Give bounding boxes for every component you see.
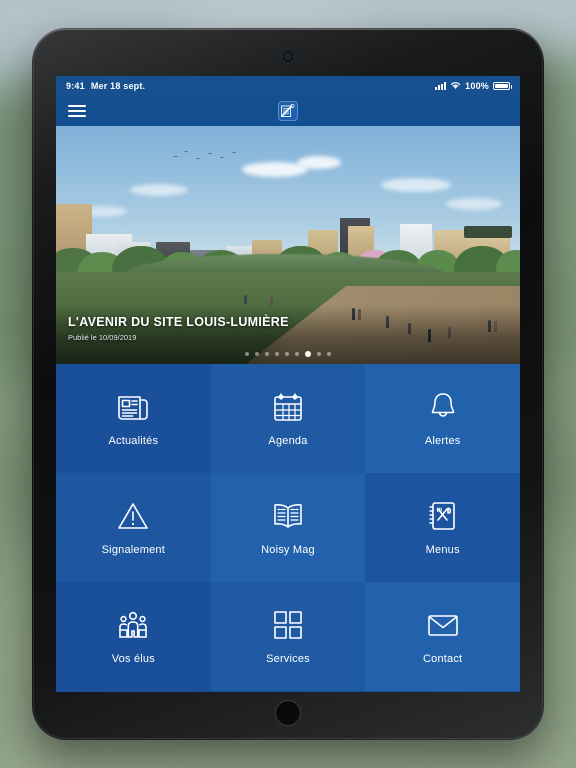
carousel-dot[interactable] bbox=[275, 352, 279, 356]
status-bar: 9:41 Mer 18 sept. 100% bbox=[56, 76, 520, 96]
status-time: 9:41 bbox=[66, 81, 85, 91]
tile-alertes[interactable]: Alertes bbox=[365, 364, 520, 473]
calendar-icon bbox=[271, 390, 305, 424]
tile-label: Signalement bbox=[101, 544, 165, 556]
tile-contact[interactable]: Contact bbox=[365, 582, 520, 691]
tile-label: Actualités bbox=[108, 435, 159, 447]
carousel-dot[interactable] bbox=[327, 352, 331, 356]
battery-percent: 100% bbox=[465, 81, 489, 91]
hamburger-menu-icon[interactable] bbox=[68, 105, 86, 117]
carousel-dot[interactable] bbox=[317, 352, 321, 356]
home-tile-grid: Actualités Agenda Alertes Signalement Noisy … bbox=[56, 364, 520, 691]
tile-label: Agenda bbox=[268, 435, 308, 447]
hero-carousel[interactable]: L'AVENIR DU SITE LOUIS-LUMIÈRE Publié le… bbox=[56, 126, 520, 364]
battery-icon bbox=[493, 82, 512, 90]
tile-label: Alertes bbox=[424, 435, 461, 447]
carousel-dot[interactable] bbox=[305, 351, 311, 357]
tile-label: Menus bbox=[425, 544, 460, 556]
hero-title: L'AVENIR DU SITE LOUIS-LUMIÈRE bbox=[68, 315, 289, 329]
tile-noisy-mag[interactable]: Noisy Mag bbox=[210, 473, 366, 582]
carousel-dots[interactable] bbox=[245, 351, 331, 357]
carousel-dot[interactable] bbox=[245, 352, 249, 356]
tablet-device-frame: 9:41 Mer 18 sept. 100% L'AVENIR DU SITE … bbox=[32, 28, 544, 740]
tile-label: Vos élus bbox=[111, 653, 155, 665]
device-screen: 9:41 Mer 18 sept. 100% L'AVENIR DU SITE … bbox=[56, 76, 520, 692]
tile-services[interactable]: Services bbox=[210, 582, 366, 691]
warning-triangle-icon bbox=[116, 499, 150, 533]
carousel-dot[interactable] bbox=[255, 352, 259, 356]
carousel-dot[interactable] bbox=[285, 352, 289, 356]
tile-agenda[interactable]: Agenda bbox=[210, 364, 366, 473]
grid-squares-icon bbox=[271, 608, 305, 642]
tile-label: Contact bbox=[423, 653, 463, 665]
carousel-dot[interactable] bbox=[265, 352, 269, 356]
tile-label: Noisy Mag bbox=[261, 544, 315, 556]
carousel-dot[interactable] bbox=[295, 352, 299, 356]
status-date: Mer 18 sept. bbox=[90, 81, 146, 91]
wifi-icon bbox=[450, 81, 461, 92]
envelope-icon bbox=[426, 608, 460, 642]
tile-vos-lus[interactable]: Vos élus bbox=[56, 582, 211, 691]
bell-icon bbox=[426, 390, 460, 424]
cellular-signal-icon bbox=[435, 82, 447, 90]
notebook-cutlery-icon bbox=[426, 499, 460, 533]
app-logo-icon[interactable] bbox=[278, 101, 298, 121]
newspaper-icon bbox=[116, 390, 150, 424]
hero-publish-date: Publié le 10/09/2019 bbox=[68, 333, 137, 342]
group-people-icon bbox=[116, 608, 150, 642]
home-button[interactable] bbox=[275, 700, 301, 726]
tile-menus[interactable]: Menus bbox=[365, 473, 520, 582]
tile-signalement[interactable]: Signalement bbox=[56, 473, 211, 582]
app-nav-bar bbox=[56, 96, 520, 126]
tile-actualit-s[interactable]: Actualités bbox=[56, 364, 211, 473]
open-book-icon bbox=[271, 499, 305, 533]
front-camera-icon bbox=[284, 53, 292, 60]
tile-label: Services bbox=[266, 653, 310, 665]
